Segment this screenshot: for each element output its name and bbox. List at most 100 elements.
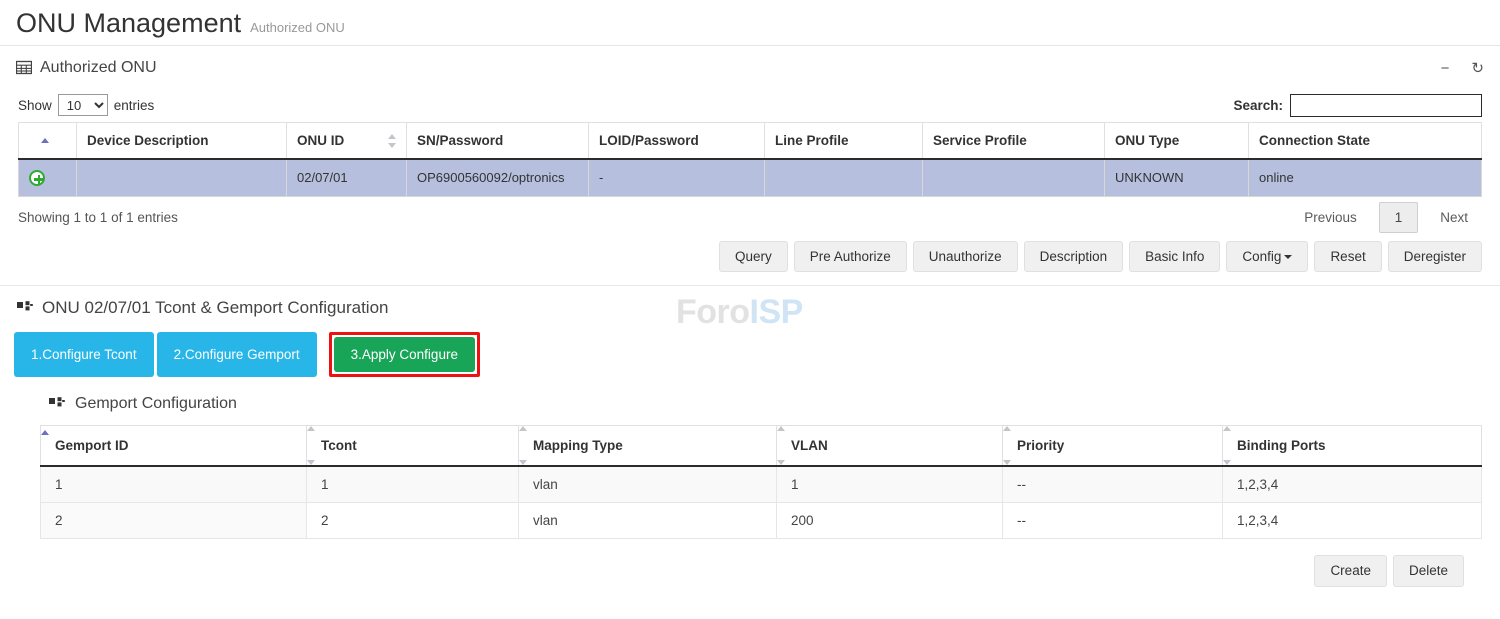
unauthorize-button-label: Unauthorize bbox=[929, 249, 1002, 264]
table-row[interactable]: 1 1 vlan 1 -- 1,2,3,4 bbox=[41, 466, 1482, 503]
tab-apply-configure[interactable]: 3.Apply Configure bbox=[334, 337, 475, 372]
reset-button-label: Reset bbox=[1330, 249, 1365, 264]
gemport-header-row: Gemport ID Tcont Mapping Type VLAN bbox=[41, 426, 1482, 467]
panel-header: Authorized ONU − ↻ bbox=[0, 46, 1500, 88]
cell-line-profile bbox=[765, 159, 923, 196]
cell-mapping-type: vlan bbox=[519, 466, 777, 503]
authorized-onu-panel: Authorized ONU − ↻ Show 102550100 entrie… bbox=[0, 46, 1500, 286]
description-button[interactable]: Description bbox=[1024, 241, 1124, 273]
cell-priority: -- bbox=[1003, 466, 1223, 503]
page-subtitle: Authorized ONU bbox=[250, 20, 345, 35]
table-header-row: Device Description ONU ID SN/Password LO… bbox=[19, 123, 1482, 160]
col-onu-id[interactable]: ONU ID bbox=[287, 123, 407, 160]
col-device-description-label: Device Description bbox=[87, 133, 209, 148]
onu-table-wrap: Device Description ONU ID SN/Password LO… bbox=[0, 122, 1500, 197]
page-length-select[interactable]: 102550100 bbox=[58, 94, 108, 116]
gem-col-mapping-type-label: Mapping Type bbox=[533, 438, 623, 453]
col-loid-password-label: LOID/Password bbox=[599, 133, 699, 148]
chevron-down-icon bbox=[1284, 255, 1292, 259]
gem-col-mapping-type[interactable]: Mapping Type bbox=[519, 426, 777, 467]
minimize-icon[interactable]: − bbox=[1441, 61, 1450, 76]
status-badge: online bbox=[1249, 159, 1482, 196]
reset-button[interactable]: Reset bbox=[1314, 241, 1381, 273]
gem-col-priority-label: Priority bbox=[1017, 438, 1064, 453]
unauthorize-button[interactable]: Unauthorize bbox=[913, 241, 1018, 273]
gem-col-binding-ports-label: Binding Ports bbox=[1237, 438, 1326, 453]
pre-authorize-button[interactable]: Pre Authorize bbox=[794, 241, 907, 273]
query-button[interactable]: Query bbox=[719, 241, 788, 273]
pagination: Previous 1 Next bbox=[1290, 202, 1482, 233]
gem-col-binding-ports[interactable]: Binding Ports bbox=[1223, 426, 1482, 467]
col-sn-password-label: SN/Password bbox=[417, 133, 503, 148]
col-onu-type-label: ONU Type bbox=[1115, 133, 1179, 148]
gem-col-tcont[interactable]: Tcont bbox=[307, 426, 519, 467]
expand-plus-circle-icon[interactable] bbox=[29, 170, 45, 186]
gemport-panel: Gemport Configuration Gemport ID Tcont bbox=[0, 377, 1500, 587]
config-dropdown-button[interactable]: Config bbox=[1226, 241, 1308, 273]
col-sn-password[interactable]: SN/Password bbox=[407, 123, 589, 160]
search-control: Search: bbox=[1233, 94, 1482, 117]
refresh-icon[interactable]: ↻ bbox=[1471, 61, 1484, 76]
table-info: Showing 1 to 1 of 1 entries bbox=[18, 210, 178, 225]
cell-gemport-id: 1 bbox=[41, 466, 307, 503]
gem-col-vlan[interactable]: VLAN bbox=[777, 426, 1003, 467]
datatable-footer: Showing 1 to 1 of 1 entries Previous 1 N… bbox=[0, 197, 1500, 231]
cell-expand[interactable] bbox=[19, 159, 77, 196]
description-button-label: Description bbox=[1040, 249, 1108, 264]
col-onu-id-label: ONU ID bbox=[297, 133, 344, 148]
search-label: Search: bbox=[1233, 98, 1283, 113]
cell-onu-id: 02/07/01 bbox=[287, 159, 407, 196]
col-loid-password[interactable]: LOID/Password bbox=[589, 123, 765, 160]
gem-col-gemport-id[interactable]: Gemport ID bbox=[41, 426, 307, 467]
gem-col-gemport-id-label: Gemport ID bbox=[55, 438, 129, 453]
col-onu-type[interactable]: ONU Type bbox=[1105, 123, 1249, 160]
tab-configure-tcont[interactable]: 1.Configure Tcont bbox=[14, 332, 154, 377]
gemport-table: Gemport ID Tcont Mapping Type VLAN bbox=[40, 425, 1482, 539]
panel-title: Authorized ONU bbox=[40, 59, 157, 77]
cell-binding-ports: 1,2,3,4 bbox=[1223, 466, 1482, 503]
col-expand[interactable] bbox=[19, 123, 77, 160]
pagination-next[interactable]: Next bbox=[1426, 203, 1482, 232]
col-line-profile-label: Line Profile bbox=[775, 133, 849, 148]
col-service-profile[interactable]: Service Profile bbox=[923, 123, 1105, 160]
pagination-page-1[interactable]: 1 bbox=[1379, 202, 1419, 233]
col-connection-state[interactable]: Connection State bbox=[1249, 123, 1482, 160]
gemport-panel-title: Gemport Configuration bbox=[75, 395, 237, 413]
create-button[interactable]: Create bbox=[1314, 555, 1387, 587]
config-tabs: 1.Configure Tcont 2.Configure Gemport 3.… bbox=[0, 324, 1500, 377]
datatable-toolbar: Show 102550100 entries Search: bbox=[0, 88, 1500, 122]
cell-vlan: 200 bbox=[777, 503, 1003, 539]
onu-action-buttons: Query Pre Authorize Unauthorize Descript… bbox=[0, 231, 1500, 273]
gem-col-tcont-label: Tcont bbox=[321, 438, 357, 453]
cell-gemport-id: 2 bbox=[41, 503, 307, 539]
show-label: Show bbox=[18, 98, 52, 113]
cell-priority: -- bbox=[1003, 503, 1223, 539]
cell-mapping-type: vlan bbox=[519, 503, 777, 539]
apply-configure-highlight: 3.Apply Configure bbox=[329, 332, 480, 377]
tab-configure-gemport[interactable]: 2.Configure Gemport bbox=[157, 332, 317, 377]
cell-binding-ports: 1,2,3,4 bbox=[1223, 503, 1482, 539]
table-row[interactable]: 2 2 vlan 200 -- 1,2,3,4 bbox=[41, 503, 1482, 539]
gem-col-vlan-label: VLAN bbox=[791, 438, 828, 453]
cell-device-description bbox=[77, 159, 287, 196]
cell-tcont: 1 bbox=[307, 466, 519, 503]
pagination-previous[interactable]: Previous bbox=[1290, 203, 1371, 232]
basic-info-button[interactable]: Basic Info bbox=[1129, 241, 1220, 273]
deregister-button[interactable]: Deregister bbox=[1388, 241, 1482, 273]
gemport-panel-header: Gemport Configuration bbox=[40, 377, 1482, 425]
config-button-label: Config bbox=[1242, 249, 1281, 264]
delete-button[interactable]: Delete bbox=[1393, 555, 1464, 587]
table-grid-icon bbox=[16, 60, 32, 76]
col-line-profile[interactable]: Line Profile bbox=[765, 123, 923, 160]
app-page: ForoISP ONU Management Authorized ONU Au… bbox=[0, 0, 1500, 619]
col-device-description[interactable]: Device Description bbox=[77, 123, 287, 160]
config-section-title: ONU 02/07/01 Tcont & Gemport Configurati… bbox=[42, 298, 388, 318]
sort-icon-onu-id bbox=[388, 134, 397, 148]
cell-sn-password: OP6900560092/optronics bbox=[407, 159, 589, 196]
search-input[interactable] bbox=[1290, 94, 1482, 117]
cell-vlan: 1 bbox=[777, 466, 1003, 503]
gem-col-priority[interactable]: Priority bbox=[1003, 426, 1223, 467]
entries-label: entries bbox=[114, 98, 155, 113]
table-row[interactable]: 02/07/01 OP6900560092/optronics - UNKNOW… bbox=[19, 159, 1482, 196]
sort-icon-expand bbox=[41, 134, 50, 148]
